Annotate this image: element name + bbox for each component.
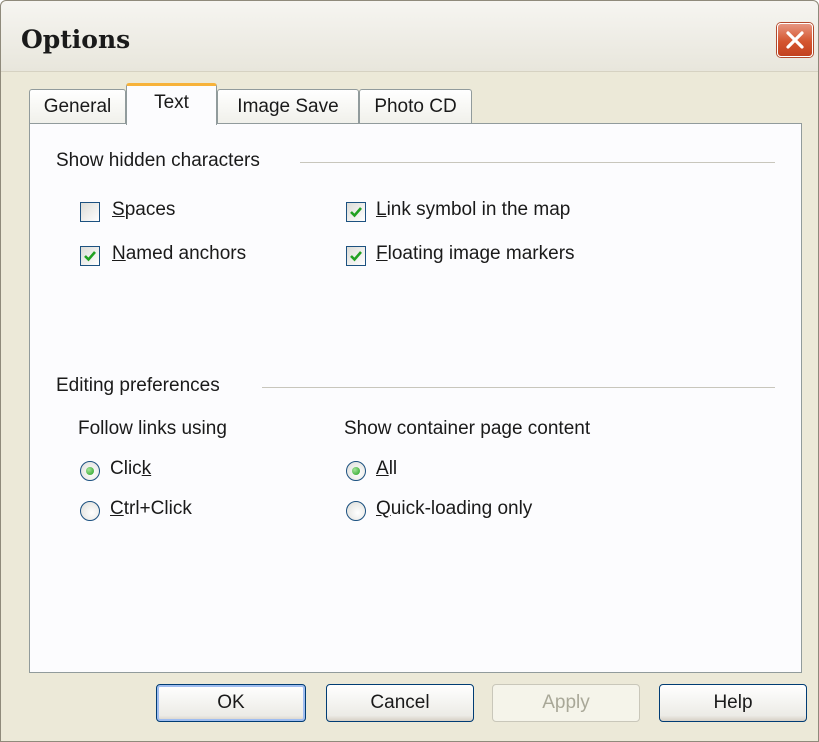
tab-panel-text: Show hidden characters Spaces Named anch… <box>29 123 802 673</box>
checkmark-icon <box>84 251 96 262</box>
tab-photo-cd[interactable]: Photo CD <box>359 89 472 124</box>
floating-image-markers-label[interactable]: Floating image markers <box>376 243 575 265</box>
ok-button[interactable]: OK <box>156 684 306 722</box>
all-radio[interactable] <box>346 461 366 481</box>
link-symbol-label[interactable]: Link symbol in the map <box>376 199 570 221</box>
apply-button[interactable]: Apply <box>492 684 640 722</box>
quick-loading-label[interactable]: Quick-loading only <box>376 498 532 520</box>
named-anchors-label[interactable]: Named anchors <box>112 243 246 265</box>
ctrl-click-label[interactable]: Ctrl+Click <box>110 498 192 520</box>
close-icon <box>786 31 804 49</box>
floating-image-markers-checkbox[interactable] <box>346 246 366 266</box>
close-button[interactable] <box>777 23 813 57</box>
help-button[interactable]: Help <box>659 684 807 722</box>
tab-image-save[interactable]: Image Save <box>217 89 359 124</box>
checkmark-icon <box>350 251 362 262</box>
cancel-button[interactable]: Cancel <box>326 684 474 722</box>
spaces-checkbox[interactable] <box>80 202 100 222</box>
ctrl-click-radio[interactable] <box>80 501 100 521</box>
follow-links-label: Follow links using <box>78 418 227 439</box>
group-label-hidden-characters: Show hidden characters <box>56 150 260 172</box>
spaces-label[interactable]: Spaces <box>112 199 175 221</box>
container-content-label: Show container page content <box>344 418 591 439</box>
all-label[interactable]: All <box>376 458 397 480</box>
radio-selected-dot <box>352 467 360 475</box>
click-label[interactable]: Click <box>110 458 151 480</box>
tab-general[interactable]: General <box>29 89 126 124</box>
radio-selected-dot <box>86 467 94 475</box>
group-label-editing-preferences: Editing preferences <box>56 375 220 397</box>
tab-text[interactable]: Text <box>126 83 217 125</box>
options-dialog: Options General Text Image Save Photo CD… <box>0 0 819 742</box>
title-bar[interactable]: Options <box>1 1 818 72</box>
window-title: Options <box>21 25 131 54</box>
quick-loading-radio[interactable] <box>346 501 366 521</box>
group-separator <box>300 162 775 163</box>
group-separator <box>262 387 775 388</box>
link-symbol-checkbox[interactable] <box>346 202 366 222</box>
named-anchors-checkbox[interactable] <box>80 246 100 266</box>
click-radio[interactable] <box>80 461 100 481</box>
checkmark-icon <box>350 207 362 218</box>
